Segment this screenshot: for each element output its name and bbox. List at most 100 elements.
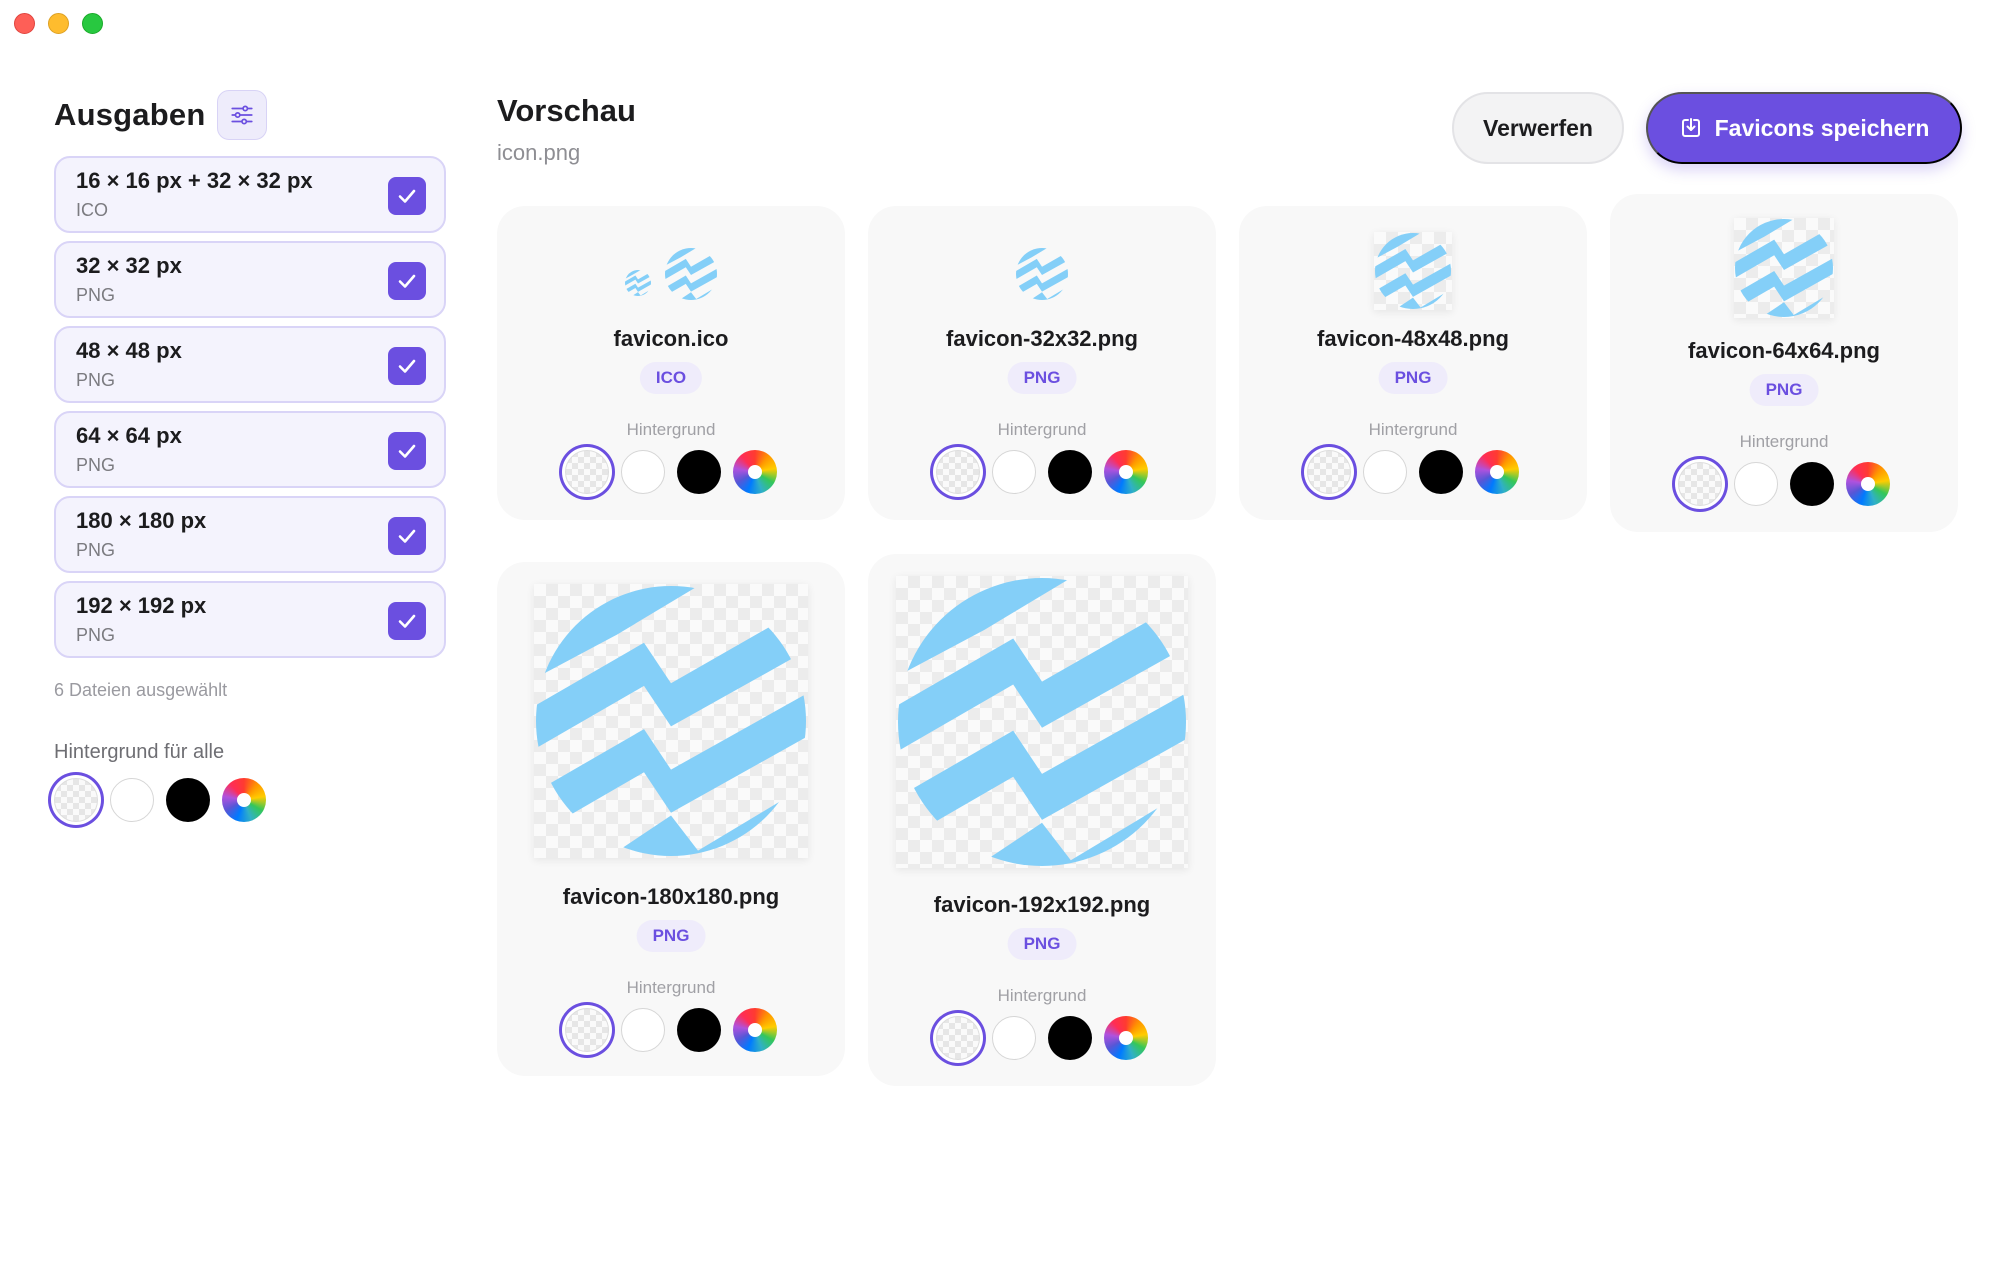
format-badge: PNG xyxy=(1378,362,1448,394)
swatch-black[interactable] xyxy=(677,450,721,494)
swatch-white[interactable] xyxy=(110,778,154,822)
output-checkbox[interactable] xyxy=(388,517,426,555)
checkerboard-background xyxy=(1734,218,1834,318)
swatch-transparent[interactable] xyxy=(565,450,609,494)
preview-card-32: favicon-32x32.png PNG Hintergrund xyxy=(868,206,1216,520)
maximize-window-button[interactable] xyxy=(82,13,103,34)
swatch-transparent[interactable] xyxy=(936,450,980,494)
icon-preview xyxy=(1239,228,1587,310)
output-item-32[interactable]: 32 × 32 px PNG xyxy=(54,241,446,318)
swatch-black[interactable] xyxy=(1048,450,1092,494)
output-format: PNG xyxy=(76,370,116,390)
output-item-192[interactable]: 192 × 192 px PNG xyxy=(54,581,446,658)
swatch-custom-color[interactable] xyxy=(1104,450,1148,494)
output-checkbox[interactable] xyxy=(388,602,426,640)
preview-card-48: favicon-48x48.png PNG Hintergrund xyxy=(1239,206,1587,520)
source-filename: icon.png xyxy=(497,140,581,165)
icon-preview xyxy=(868,240,1216,300)
swatch-white[interactable] xyxy=(992,1016,1036,1060)
swatch-transparent[interactable] xyxy=(565,1008,609,1052)
swatch-black[interactable] xyxy=(677,1008,721,1052)
favicon-16-preview-icon xyxy=(625,270,651,296)
sidebar-title: Ausgaben xyxy=(54,97,206,132)
swatch-white[interactable] xyxy=(621,1008,665,1052)
card-background-swatches xyxy=(1610,462,1958,506)
swatch-black[interactable] xyxy=(166,778,210,822)
card-background-swatches xyxy=(497,1008,845,1052)
preview-card-ico: favicon.ico ICO Hintergrund xyxy=(497,206,845,520)
swatch-black[interactable] xyxy=(1419,450,1463,494)
output-item-48[interactable]: 48 × 48 px PNG xyxy=(54,326,446,403)
background-label: Hintergrund xyxy=(997,420,1087,439)
output-item-180[interactable]: 180 × 180 px PNG xyxy=(54,496,446,573)
format-badge: PNG xyxy=(1749,374,1819,406)
swatch-custom-color[interactable] xyxy=(733,450,777,494)
checkerboard-background xyxy=(534,584,808,858)
checkerboard-background xyxy=(1374,232,1452,310)
checkmark-icon xyxy=(395,269,419,293)
output-size: 16 × 16 px + 32 × 32 px xyxy=(76,168,313,193)
format-badge: PNG xyxy=(1007,928,1077,960)
favicon-180-preview-icon xyxy=(536,586,806,856)
favicon-32-preview-icon xyxy=(1016,248,1068,300)
window-controls xyxy=(14,13,103,34)
card-filename: favicon-180x180.png xyxy=(562,884,780,909)
card-background-swatches xyxy=(868,450,1216,494)
checkmark-icon xyxy=(395,354,419,378)
output-format: ICO xyxy=(76,200,109,220)
swatch-custom-color[interactable] xyxy=(1475,450,1519,494)
icon-preview xyxy=(497,584,845,858)
icon-preview xyxy=(497,240,845,300)
output-checkbox[interactable] xyxy=(388,177,426,215)
card-filename: favicon-32x32.png xyxy=(946,326,1138,351)
swatch-black[interactable] xyxy=(1048,1016,1092,1060)
output-size: 180 × 180 px xyxy=(76,508,207,533)
save-button-label: Favicons speichern xyxy=(1714,114,1930,141)
output-item-ico[interactable]: 16 × 16 px + 32 × 32 px ICO xyxy=(54,156,446,233)
checkmark-icon xyxy=(395,439,419,463)
output-format: PNG xyxy=(76,625,116,645)
sidebar-header: Ausgaben xyxy=(54,90,446,140)
icon-preview xyxy=(1610,218,1958,318)
favicon-32-preview-icon xyxy=(665,248,717,300)
selected-count: 6 Dateien ausgewählt xyxy=(54,680,228,700)
swatch-transparent[interactable] xyxy=(54,778,98,822)
output-checkbox[interactable] xyxy=(388,262,426,300)
minimize-window-button[interactable] xyxy=(48,13,69,34)
swatch-white[interactable] xyxy=(992,450,1036,494)
save-favicons-button[interactable]: Favicons speichern xyxy=(1646,92,1962,164)
swatch-custom-color[interactable] xyxy=(1846,462,1890,506)
checkmark-icon xyxy=(395,184,419,208)
sliders-icon xyxy=(231,105,254,125)
output-checkbox[interactable] xyxy=(388,347,426,385)
background-all-swatches xyxy=(54,778,446,822)
format-badge: PNG xyxy=(636,920,706,952)
favicon-192-preview-icon xyxy=(898,578,1186,866)
output-item-64[interactable]: 64 × 64 px PNG xyxy=(54,411,446,488)
swatch-custom-color[interactable] xyxy=(222,778,266,822)
filter-settings-button[interactable] xyxy=(217,90,268,140)
swatch-white[interactable] xyxy=(621,450,665,494)
output-list: 16 × 16 px + 32 × 32 px ICO 32 × 32 px P… xyxy=(54,156,446,658)
preview-card-64: favicon-64x64.png PNG Hintergrund xyxy=(1610,194,1958,532)
swatch-white[interactable] xyxy=(1363,450,1407,494)
swatch-transparent[interactable] xyxy=(1678,462,1722,506)
output-format: PNG xyxy=(76,455,116,475)
background-label: Hintergrund xyxy=(1739,432,1829,451)
swatch-white[interactable] xyxy=(1734,462,1778,506)
background-label: Hintergrund xyxy=(626,978,716,997)
swatch-black[interactable] xyxy=(1790,462,1834,506)
checkmark-icon xyxy=(395,609,419,633)
swatch-transparent[interactable] xyxy=(936,1016,980,1060)
swatch-custom-color[interactable] xyxy=(1104,1016,1148,1060)
card-background-swatches xyxy=(1239,450,1587,494)
favicon-64-preview-icon xyxy=(1735,219,1833,317)
card-background-swatches xyxy=(868,1016,1216,1060)
swatch-custom-color[interactable] xyxy=(733,1008,777,1052)
swatch-transparent[interactable] xyxy=(1307,450,1351,494)
discard-button[interactable]: Verwerfen xyxy=(1452,92,1624,164)
close-window-button[interactable] xyxy=(14,13,35,34)
preview-card-180: favicon-180x180.png PNG Hintergrund xyxy=(497,562,845,1076)
background-all-label: Hintergrund für alle xyxy=(54,741,225,763)
output-checkbox[interactable] xyxy=(388,432,426,470)
